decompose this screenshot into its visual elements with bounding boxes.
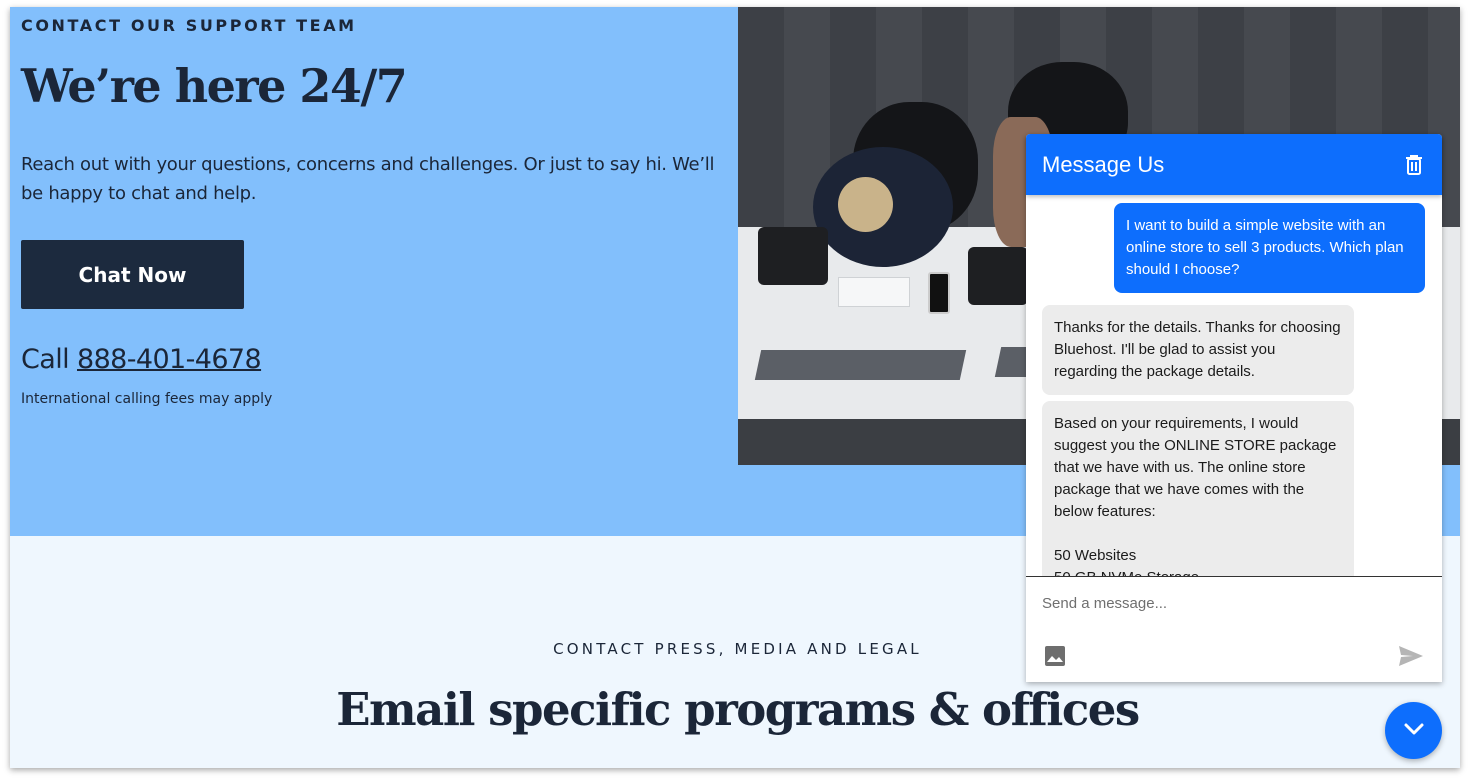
send-icon[interactable] — [1398, 644, 1424, 668]
chat-divider — [1026, 576, 1442, 577]
keyboard-shape — [838, 277, 910, 307]
message-input[interactable] — [1042, 590, 1422, 616]
user-message: I want to build a simple website with an… — [1114, 203, 1425, 293]
chat-message-list[interactable]: I want to build a simple website with an… — [1026, 195, 1442, 576]
chat-title: Message Us — [1042, 151, 1165, 177]
call-line: Call 888-401-4678 — [21, 344, 262, 375]
trash-icon[interactable] — [1402, 153, 1426, 177]
chat-now-button[interactable]: Chat Now — [21, 240, 244, 309]
chat-toggle-button[interactable] — [1385, 702, 1442, 759]
phone-shape — [928, 272, 950, 314]
press-title: Email specific programs & offices — [336, 683, 1140, 736]
support-eyebrow: CONTACT OUR SUPPORT TEAM — [21, 16, 357, 35]
call-prefix: Call — [21, 344, 70, 375]
phone-number-link[interactable]: 888-401-4678 — [77, 344, 262, 375]
mouse-pad-shape — [968, 247, 1028, 305]
chat-header: Message Us — [1026, 134, 1442, 195]
person-shape — [838, 177, 893, 232]
monitor-shape — [754, 350, 967, 380]
mouse-pad-shape — [758, 227, 828, 285]
chevron-down-icon — [1403, 722, 1425, 739]
hero-description: Reach out with your questions, concerns … — [21, 154, 715, 204]
image-icon[interactable] — [1044, 645, 1066, 667]
agent-message: Based on your requirements, I would sugg… — [1042, 401, 1354, 576]
agent-message: Thanks for the details. Thanks for choos… — [1042, 305, 1354, 395]
fees-note: International calling fees may apply — [21, 391, 273, 407]
hero-title: We’re here 24/7 — [21, 59, 408, 113]
chat-widget: Message Us I want to build a simple webs… — [1026, 134, 1442, 682]
